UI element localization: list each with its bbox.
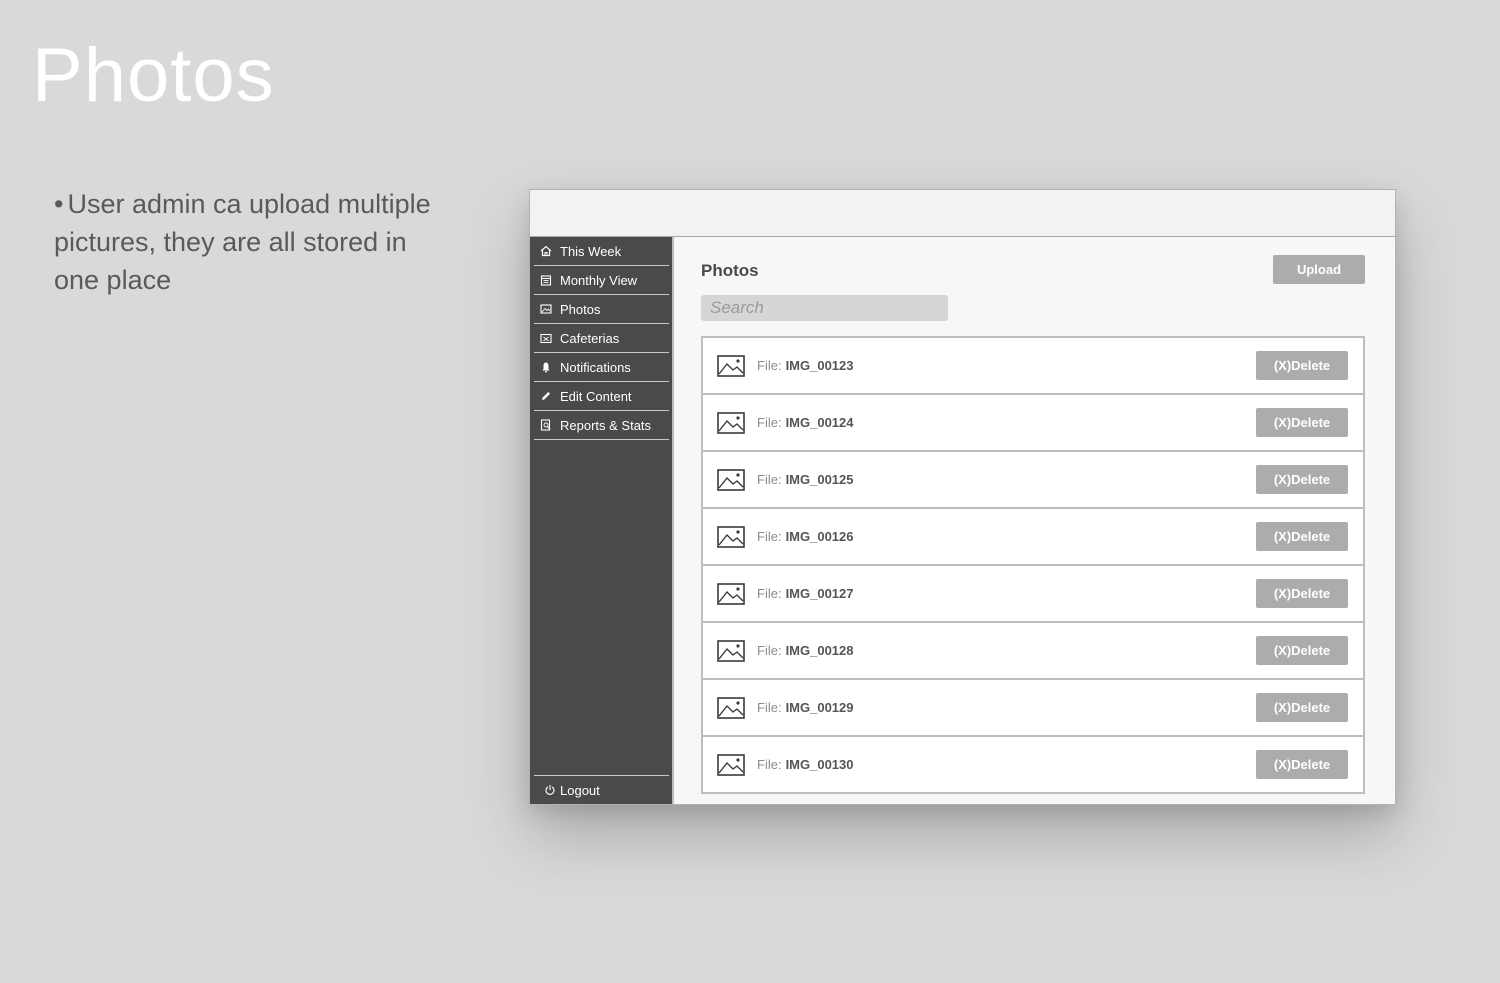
file-name: IMG_00123	[785, 358, 854, 373]
list-item: File: IMG_00127 (X)Delete	[701, 566, 1365, 623]
file-name: IMG_00130	[785, 757, 854, 772]
sidebar-item-label: Reports & Stats	[560, 417, 652, 433]
bullet-text: User admin ca upload multiple pictures, …	[54, 189, 431, 295]
list-item: File: IMG_00130 (X)Delete	[701, 737, 1365, 794]
file-name: IMG_00126	[785, 529, 854, 544]
list-item: File: IMG_00123 (X)Delete	[701, 338, 1365, 395]
delete-button[interactable]: (X)Delete	[1256, 408, 1348, 437]
page-title: Photos	[701, 261, 759, 280]
sidebar-item-cafeterias[interactable]: Cafeterias	[534, 324, 669, 353]
file-name: IMG_00129	[785, 700, 854, 715]
image-icon	[539, 302, 553, 316]
list-item: File: IMG_00124 (X)Delete	[701, 395, 1365, 452]
bullet-marker: •	[54, 189, 64, 219]
sidebar-item-label: Edit Content	[560, 388, 632, 404]
file-label: File:	[757, 529, 782, 544]
sidebar-item-label: Monthly View	[560, 272, 638, 288]
main-content: Photos Upload File: IMG_00123 (X)Delete …	[674, 237, 1395, 804]
sidebar-item-label: Photos	[560, 301, 601, 317]
image-icon	[717, 468, 745, 491]
sidebar-item-label: This Week	[560, 243, 622, 259]
delete-button[interactable]: (X)Delete	[1256, 579, 1348, 608]
file-name: IMG_00128	[785, 643, 854, 658]
file-name: IMG_00127	[785, 586, 854, 601]
delete-button[interactable]: (X)Delete	[1256, 465, 1348, 494]
file-label: File:	[757, 757, 782, 772]
file-label: File:	[757, 643, 782, 658]
image-icon	[717, 582, 745, 605]
file-list: File: IMG_00123 (X)Delete File: IMG_0012…	[701, 336, 1365, 794]
sidebar-item-edit-content[interactable]: Edit Content	[534, 382, 669, 411]
logout-label: Logout	[560, 782, 600, 798]
delete-button[interactable]: (X)Delete	[1256, 750, 1348, 779]
window-top-bar	[530, 190, 1395, 237]
file-label: File:	[757, 472, 782, 487]
home-icon	[539, 244, 553, 258]
file-name: IMG_00125	[785, 472, 854, 487]
delete-button[interactable]: (X)Delete	[1256, 636, 1348, 665]
file-label: File:	[757, 415, 782, 430]
app-window: This Week Monthly View Photos Cafeterias	[529, 189, 1396, 805]
sidebar-item-label: Notifications	[560, 359, 631, 375]
sidebar-item-this-week[interactable]: This Week	[534, 237, 669, 266]
list-item: File: IMG_00126 (X)Delete	[701, 509, 1365, 566]
bell-icon	[539, 360, 553, 374]
logout-button[interactable]: Logout	[534, 775, 669, 804]
image-icon	[717, 525, 745, 548]
file-label: File:	[757, 358, 782, 373]
file-label: File:	[757, 700, 782, 715]
sidebar-item-notifications[interactable]: Notifications	[534, 353, 669, 382]
file-label: File:	[757, 586, 782, 601]
image-icon	[717, 354, 745, 377]
sidebar-item-photos[interactable]: Photos	[534, 295, 669, 324]
report-icon	[539, 418, 553, 432]
sidebar: This Week Monthly View Photos Cafeterias	[530, 237, 674, 804]
image-icon	[717, 753, 745, 776]
sidebar-item-monthly-view[interactable]: Monthly View	[534, 266, 669, 295]
sidebar-nav: This Week Monthly View Photos Cafeterias	[530, 237, 672, 440]
search-input[interactable]	[701, 295, 948, 321]
image-icon	[717, 696, 745, 719]
cafeteria-icon	[539, 331, 553, 345]
calendar-icon	[539, 273, 553, 287]
file-name: IMG_00124	[785, 415, 854, 430]
power-icon	[543, 783, 557, 797]
list-item: File: IMG_00129 (X)Delete	[701, 680, 1365, 737]
sidebar-item-reports-stats[interactable]: Reports & Stats	[534, 411, 669, 440]
delete-button[interactable]: (X)Delete	[1256, 693, 1348, 722]
slide-bullet: • User admin ca upload multiple pictures,…	[54, 185, 454, 299]
list-item: File: IMG_00128 (X)Delete	[701, 623, 1365, 680]
image-icon	[717, 411, 745, 434]
image-icon	[717, 639, 745, 662]
delete-button[interactable]: (X)Delete	[1256, 351, 1348, 380]
delete-button[interactable]: (X)Delete	[1256, 522, 1348, 551]
list-item: File: IMG_00125 (X)Delete	[701, 452, 1365, 509]
upload-button[interactable]: Upload	[1273, 255, 1365, 284]
pencil-icon	[539, 389, 553, 403]
sidebar-item-label: Cafeterias	[560, 330, 620, 346]
slide-title: Photos	[32, 33, 275, 118]
